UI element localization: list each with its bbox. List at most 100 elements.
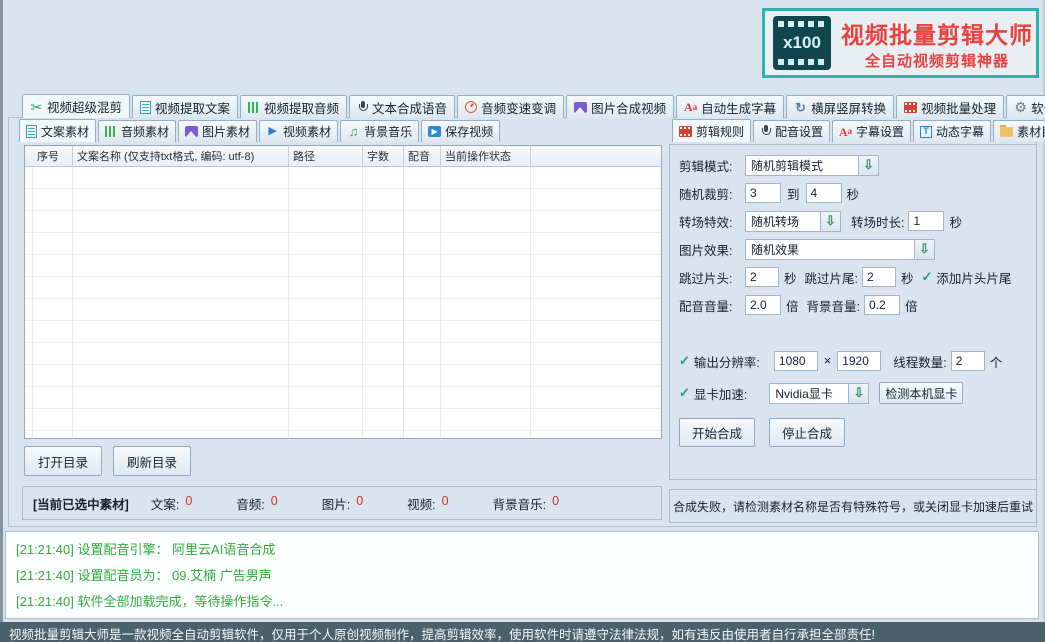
multiply-sign: × <box>824 354 831 368</box>
tab-extract-text[interactable]: 视频提取文案 <box>132 95 238 118</box>
tab-audio-speed-pitch[interactable]: 音频变速变调 <box>457 95 564 118</box>
tab-text-to-speech[interactable]: 文本合成语音 <box>349 95 455 118</box>
text-material-table[interactable]: 序号 文案名称 (仅支持txt格式, 编码: utf-8) 路径 字数 配音 当… <box>24 145 662 439</box>
subtab-image-material[interactable]: 图片素材 <box>178 120 257 142</box>
selected-count-bgm: 背景音乐:0 <box>493 494 559 513</box>
chevron-down-icon[interactable]: ⇩ <box>858 156 878 175</box>
edit-rules-panel: 剪辑模式: 随机剪辑模式 ⇩ 随机裁剪: 到 秒 转场特效: 随机转场 ⇩ 转场… <box>669 144 1037 480</box>
subtab-audio-material[interactable]: 音频素材 <box>98 120 176 142</box>
table-header-path: 路径 <box>289 146 363 167</box>
tab-auto-subtitle[interactable]: Aa 自动生成字幕 <box>676 95 784 118</box>
output-resolution-label: 输出分辨率: <box>694 352 760 371</box>
subtab-label: 剪辑规则 <box>696 123 744 140</box>
resolution-height-input[interactable] <box>837 351 881 371</box>
skip-head-input[interactable] <box>745 267 779 287</box>
t-box-icon: T <box>920 126 932 138</box>
image-effect-label: 图片效果: <box>679 240 745 259</box>
microphone-icon <box>357 101 368 114</box>
play-box-icon: ▶ <box>428 126 441 137</box>
start-compose-button[interactable]: 开始合成 <box>679 418 755 447</box>
log-panel[interactable]: [21:21:40] 设置配音引擎： 阿里云AI语音合成 [21:21:40] … <box>5 531 1039 619</box>
subtab-voice-settings[interactable]: 配音设置 <box>753 120 830 142</box>
image-icon <box>185 126 198 137</box>
gpu-accel-label: 显卡加速: <box>694 384 747 403</box>
app-subtitle: 全自动视频剪辑神器 <box>865 50 1009 71</box>
bgm-volume-input[interactable] <box>864 295 900 315</box>
subtab-text-material[interactable]: 文案素材 <box>19 119 96 142</box>
add-head-tail-checkbox-label[interactable]: 添加片头片尾 <box>936 268 1011 287</box>
tab-label: 软件参数设置 <box>1031 98 1045 117</box>
transition-duration-label: 转场时长: <box>851 212 904 231</box>
chevron-down-icon[interactable]: ⇩ <box>914 240 934 259</box>
play-icon: ▶ <box>266 125 279 138</box>
voice-volume-input[interactable] <box>745 295 781 315</box>
resolution-width-input[interactable] <box>774 351 818 371</box>
thread-count-input[interactable] <box>951 351 985 371</box>
gpu-select[interactable]: Nvidia显卡 ⇩ <box>769 383 869 404</box>
gear-icon: ⚙ <box>1014 101 1027 114</box>
stop-compose-button[interactable]: 停止合成 <box>769 418 845 447</box>
tab-label: 横屏竖屏转换 <box>811 98 886 117</box>
open-dir-button[interactable]: 打开目录 <box>24 446 102 476</box>
skip-tail-input[interactable] <box>862 267 896 287</box>
chevron-down-icon[interactable]: ⇩ <box>848 384 868 403</box>
subtab-bgm[interactable]: ♫ 背景音乐 <box>340 120 419 142</box>
subtab-subtitle-settings[interactable]: Aa 字幕设置 <box>832 120 911 142</box>
selected-materials-bar: [当前已选中素材] 文案:0 音频:0 图片:0 视频:0 背景音乐:0 <box>22 486 662 520</box>
subtab-material-dir[interactable]: 素材目录 <box>993 120 1045 142</box>
gauge-icon <box>465 101 477 113</box>
tab-image-to-video[interactable]: 图片合成视频 <box>566 95 674 118</box>
selected-count-text: 文案:0 <box>151 494 192 513</box>
chevron-down-icon[interactable]: ⇩ <box>820 212 840 231</box>
random-cut-label: 随机裁剪: <box>679 184 745 203</box>
subtitle-aa-icon: Aa <box>839 125 852 138</box>
skip-tail-label: 跳过片尾: <box>805 268 858 287</box>
table-header-name: 文案名称 (仅支持txt格式, 编码: utf-8) <box>73 146 289 167</box>
subtab-video-material[interactable]: ▶ 视频素材 <box>259 120 338 142</box>
tab-super-mix[interactable]: ✂ 视频超级混剪 <box>22 94 130 118</box>
refresh-dir-button[interactable]: 刷新目录 <box>113 446 191 476</box>
film-icon <box>679 126 692 137</box>
to-word: 到 <box>787 184 800 203</box>
gpu-accel-checkbox[interactable]: ✓ <box>679 385 690 401</box>
detect-gpu-button[interactable]: 检测本机显卡 <box>879 382 963 404</box>
clip-mode-label: 剪辑模式: <box>679 156 745 175</box>
music-note-icon: ♫ <box>347 125 360 138</box>
main-tab-bar: ✂ 视频超级混剪 视频提取文案 视频提取音频 文本合成语音 音频变速变调 图片合… <box>22 95 1045 118</box>
subtab-label: 背景音乐 <box>364 123 412 140</box>
transition-duration-input[interactable] <box>908 211 944 231</box>
image-effect-select[interactable]: 随机效果 ⇩ <box>745 239 935 260</box>
transition-select[interactable]: 随机转场 ⇩ <box>745 211 841 232</box>
subtab-edit-rules[interactable]: 剪辑规则 <box>672 119 751 142</box>
subtab-label: 字幕设置 <box>856 123 904 140</box>
output-resolution-checkbox[interactable]: ✓ <box>679 353 690 369</box>
log-line: [21:21:40] 软件全部加载完成，等待操作指令... <box>16 591 1028 610</box>
tab-batch-process[interactable]: 视频批量处理 <box>896 95 1004 118</box>
table-header-voice: 配音 <box>404 146 441 167</box>
selected-count-video: 视频:0 <box>407 494 448 513</box>
table-header-status: 当前操作状态 <box>441 146 531 167</box>
seconds-unit: 秒 <box>847 184 860 203</box>
random-cut-max-input[interactable] <box>806 183 842 203</box>
tab-settings[interactable]: ⚙ 软件参数设置 <box>1006 95 1045 118</box>
subtab-dynamic-subtitle[interactable]: T 动态字幕 <box>913 120 991 142</box>
table-header-index: 序号 <box>33 146 73 167</box>
log-line: [21:21:40] 设置配音员为： 09.艾楠 广告男声 <box>16 565 1028 584</box>
clip-mode-select[interactable]: 随机剪辑模式 ⇩ <box>745 155 879 176</box>
times-unit: 倍 <box>905 296 918 315</box>
tab-screen-rotate[interactable]: ↻ 横屏竖屏转换 <box>786 95 894 118</box>
checkmark-icon[interactable]: ✓ <box>922 269 933 285</box>
tab-label: 图片合成视频 <box>591 98 666 117</box>
transition-label: 转场特效: <box>679 212 745 231</box>
film-icon <box>904 102 917 113</box>
tab-label: 视频提取音频 <box>264 98 339 117</box>
tab-label: 文本合成语音 <box>372 98 447 117</box>
random-cut-min-input[interactable] <box>745 183 781 203</box>
times-unit: 倍 <box>786 296 799 315</box>
disclaimer-bar: 视频批量剪辑大师是一款视频全自动剪辑软件，仅用于个人原创视频制作，提高剪辑效率，… <box>0 622 1045 642</box>
subtab-label: 保存视频 <box>445 123 493 140</box>
tab-extract-audio[interactable]: 视频提取音频 <box>240 95 347 118</box>
tab-page-super-mix: 文案素材 音频素材 图片素材 ▶ 视频素材 ♫ 背景音乐 ▶ 保存视频 序号 文… <box>8 117 1037 527</box>
subtab-save-video[interactable]: ▶ 保存视频 <box>421 120 500 142</box>
app-logo: x100 视频批量剪辑大师 全自动视频剪辑神器 <box>762 8 1039 78</box>
